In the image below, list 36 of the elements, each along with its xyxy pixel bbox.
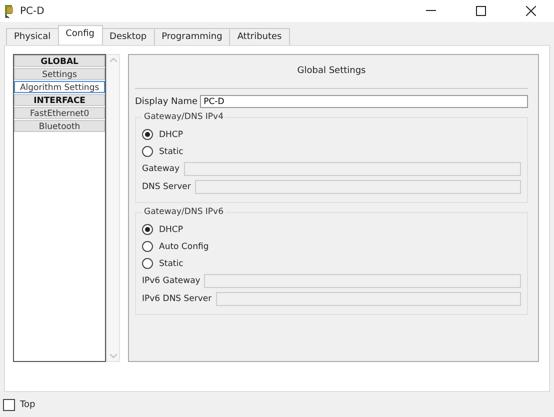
sidebar-header[interactable]: GLOBAL — [14, 55, 106, 67]
panel-title: Global Settings — [135, 55, 528, 89]
group-title: Gateway/DNS IPv4 — [143, 112, 224, 122]
maximize-icon[interactable] — [476, 6, 486, 16]
sidebar-header[interactable]: INTERFACE — [14, 94, 106, 106]
radio-button[interactable] — [142, 241, 153, 252]
tab[interactable]: Desktop — [102, 28, 155, 45]
pc-icon — [4, 4, 16, 18]
sidebar-item[interactable]: FastEthernet0 — [14, 107, 106, 119]
field-label: Gateway — [142, 164, 180, 174]
radio-label: Static — [159, 258, 184, 268]
tab[interactable]: Attributes — [229, 28, 290, 45]
close-icon[interactable] — [526, 6, 536, 16]
window-title: PC-D — [20, 6, 46, 16]
display-name-field[interactable]: PC-D — [200, 95, 528, 108]
radio-label: DHCP — [159, 224, 183, 234]
radio-button[interactable] — [142, 258, 153, 269]
radio-label: DHCP — [159, 130, 183, 140]
minimize-icon[interactable] — [426, 10, 436, 12]
checkbox-label: Top — [20, 400, 36, 410]
field-label: Display Name — [135, 96, 198, 106]
sidebar-item[interactable]: Algorithm Settings — [14, 81, 106, 93]
radio-button[interactable] — [142, 129, 153, 140]
checkbox[interactable] — [3, 399, 15, 411]
radio-button[interactable] — [142, 146, 153, 157]
field-label: IPv6 Gateway — [142, 276, 200, 286]
sidebar-item[interactable]: Settings — [14, 68, 106, 80]
tab[interactable]: Config — [58, 25, 103, 44]
sidebar-item[interactable]: Bluetooth — [14, 120, 106, 132]
group-title: Gateway/DNS IPv6 — [143, 207, 224, 217]
radio-button[interactable] — [142, 224, 153, 235]
field-label: DNS Server — [142, 182, 191, 192]
field-label: IPv6 DNS Server — [142, 294, 212, 304]
tab[interactable]: Physical — [6, 28, 59, 45]
radio-label: Auto Config — [159, 242, 209, 252]
radio-label: Static — [159, 146, 184, 156]
